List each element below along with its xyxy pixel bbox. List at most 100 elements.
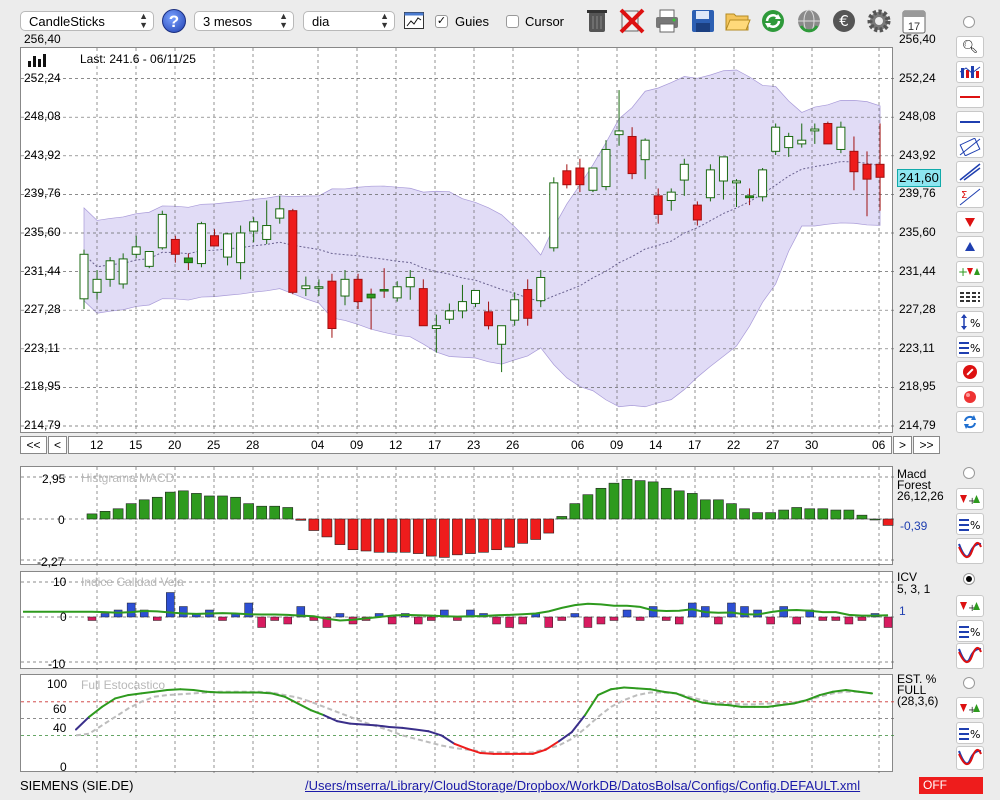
- plus-arrows-icon: +: [958, 265, 980, 279]
- macd-bar: [373, 518, 385, 553]
- buy-signal-button[interactable]: [956, 236, 984, 258]
- save-icon[interactable]: [689, 6, 717, 36]
- macd-levels-button[interactable]: %: [956, 513, 984, 535]
- globe-refresh-icon[interactable]: [795, 6, 823, 36]
- lines-percent-button[interactable]: %: [956, 336, 984, 358]
- icv-signals-button[interactable]: +: [956, 595, 984, 617]
- cursor-checkbox[interactable]: [506, 15, 519, 28]
- gear-icon[interactable]: [865, 6, 893, 36]
- symbol-label: SIEMENS (SIE.DE): [20, 778, 134, 793]
- stochastic-panel-radio[interactable]: [963, 677, 975, 689]
- macd-bar: [595, 487, 607, 520]
- candle-body: [823, 122, 833, 145]
- stochastic-levels-button[interactable]: %: [956, 722, 984, 744]
- icv-bar: [635, 616, 645, 621]
- sync-button[interactable]: [956, 411, 984, 433]
- price-chart-panel[interactable]: Last: 241.6 - 06/11/25: [20, 47, 894, 434]
- macd-bar: [321, 518, 333, 538]
- macd-bar: [439, 518, 450, 558]
- lines-percent-icon: %: [959, 728, 980, 741]
- channel-button[interactable]: [956, 136, 984, 158]
- icv-params: 5, 3, 1: [897, 582, 931, 596]
- open-folder-icon[interactable]: [724, 6, 752, 36]
- refresh-icon[interactable]: [759, 6, 787, 36]
- stochastic-y-tick: 100: [47, 677, 68, 691]
- blue-line-button[interactable]: [956, 111, 984, 133]
- svg-text:%: %: [970, 317, 980, 330]
- stochastic-k-segment: [296, 702, 312, 712]
- macd-bar: [99, 511, 111, 520]
- icv-levels-button[interactable]: %: [956, 620, 984, 642]
- fibonacci-button[interactable]: Σ: [956, 186, 984, 208]
- stochastic-signals-button[interactable]: +: [956, 697, 984, 719]
- stochastic-y-tick: 0: [60, 760, 67, 774]
- record-button[interactable]: [956, 386, 984, 408]
- macd-bar: [269, 505, 280, 520]
- macd-indicator-button[interactable]: [956, 538, 984, 564]
- interval-select[interactable]: dia ▲ ▼: [303, 11, 395, 31]
- macd-bar: [634, 480, 646, 520]
- lines-percent-icon: %: [959, 519, 980, 532]
- icv-bar: [153, 616, 162, 621]
- macd-signals-button[interactable]: +: [956, 488, 984, 510]
- icv-bar: [518, 616, 527, 625]
- config-path-link[interactable]: /Users/mserra/Library/CloudStorage/Dropb…: [305, 778, 860, 793]
- stochastic-k-segment: [349, 722, 365, 726]
- macd-y-tick: 0: [58, 513, 65, 527]
- macd-bar: [647, 481, 659, 520]
- icv-panel-radio[interactable]: [963, 573, 975, 585]
- stochastic-k-segment: [205, 690, 221, 694]
- stochastic-indicator-button[interactable]: [956, 746, 984, 770]
- icv-y-tick: 10: [53, 575, 67, 589]
- off-status-badge[interactable]: OFF: [919, 777, 983, 794]
- trash-icon[interactable]: [583, 6, 611, 36]
- trendline-button[interactable]: [956, 161, 984, 183]
- icv-indicator-button[interactable]: [956, 643, 984, 669]
- stochastic-k-segment: [766, 704, 782, 708]
- chevron-updown-icon: ▲ ▼: [279, 11, 288, 30]
- grid-lines-button[interactable]: [956, 286, 984, 308]
- chart-window-icon[interactable]: [404, 12, 424, 29]
- currency-icon[interactable]: €: [830, 6, 858, 36]
- scale-percent-button[interactable]: %: [956, 311, 984, 333]
- date-tick: 15: [129, 438, 143, 452]
- candle-body: [288, 210, 298, 293]
- zoom-button[interactable]: 🔍︎: [956, 36, 984, 58]
- candle-body: [392, 286, 402, 299]
- first-page-button[interactable]: <<: [20, 436, 47, 454]
- macd-bar: [830, 509, 842, 520]
- stochastic-panel[interactable]: Full Estocastico: [20, 674, 894, 773]
- guides-checkbox[interactable]: ✓: [435, 15, 448, 28]
- last-page-button[interactable]: >>: [913, 436, 940, 454]
- stochastic-k-segment: [714, 703, 730, 707]
- icv-bar: [570, 613, 580, 618]
- help-icon[interactable]: ?: [162, 9, 186, 33]
- macd-panel-radio[interactable]: [963, 467, 975, 479]
- period-select[interactable]: 3 mesos ▲ ▼: [194, 11, 294, 31]
- macd-bar: [191, 493, 202, 520]
- candle-body: [405, 276, 415, 288]
- main-panel-radio[interactable]: [963, 16, 975, 28]
- print-icon[interactable]: [653, 6, 681, 36]
- svg-text:%: %: [970, 728, 980, 741]
- macd-bar: [569, 503, 581, 520]
- date-tick: 27: [766, 438, 780, 452]
- sell-signal-button[interactable]: [956, 211, 984, 233]
- date-tick: 12: [90, 438, 104, 452]
- date-scrollbar[interactable]: 12 15 20 25 28 04 09 12 17 23 26 06 09 14 17 22 27 30 06: [68, 436, 892, 454]
- chart-type-select[interactable]: CandleSticks ▲ ▼: [20, 11, 154, 31]
- chart-style-button[interactable]: [956, 61, 984, 83]
- delete-icon[interactable]: [618, 6, 646, 36]
- red-line-button[interactable]: [956, 86, 984, 108]
- next-page-button[interactable]: >: [893, 436, 912, 454]
- icv-panel[interactable]: Indice Calidad Vela: [20, 571, 894, 670]
- candle-body: [431, 325, 441, 330]
- candle-body: [810, 128, 820, 132]
- candle-body: [444, 310, 454, 320]
- add-signals-button[interactable]: +: [956, 261, 984, 283]
- stop-button[interactable]: [956, 361, 984, 383]
- candle-body: [705, 169, 715, 199]
- prev-page-button[interactable]: <: [48, 436, 67, 454]
- macd-panel[interactable]: Histgrama MACD: [20, 466, 894, 566]
- arrows-icon: +: [960, 495, 980, 506]
